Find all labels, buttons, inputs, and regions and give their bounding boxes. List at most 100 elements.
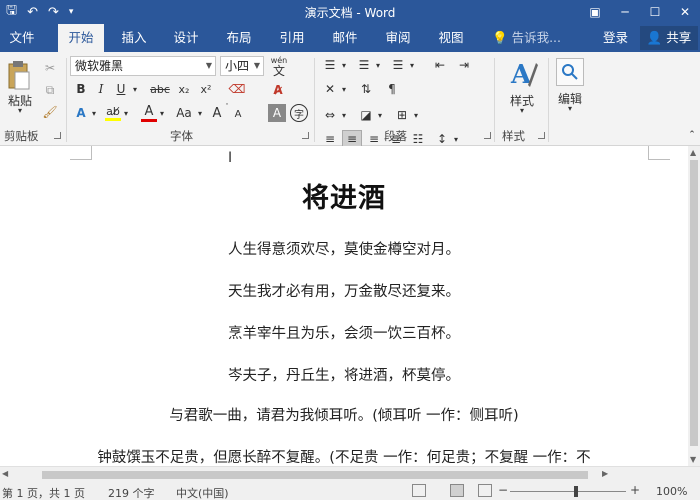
format-painter-icon[interactable]: 🖌: [40, 102, 60, 122]
underline-dropdown-icon[interactable]: ▾: [130, 80, 140, 98]
zoom-slider[interactable]: [510, 491, 626, 492]
font-size-combo[interactable]: 小四 ▼: [220, 56, 264, 76]
cut-icon[interactable]: ✂: [40, 58, 60, 78]
web-layout-icon[interactable]: [478, 484, 492, 497]
borders-dropdown-icon[interactable]: ▾: [412, 106, 420, 124]
text-effects-button[interactable]: A: [72, 104, 90, 122]
shrink-font-button[interactable]: A: [232, 106, 244, 122]
login-button[interactable]: 登录: [603, 24, 628, 52]
font-name-combo[interactable]: 微软雅黑 ▼: [70, 56, 216, 76]
vertical-scrollbar[interactable]: ▲ ▼: [688, 146, 700, 466]
shading-dropdown-icon[interactable]: ▾: [376, 106, 384, 124]
zoom-slider-thumb[interactable]: [574, 486, 578, 497]
maximize-icon[interactable]: ☐: [640, 0, 670, 24]
tab-file[interactable]: 文件: [0, 24, 44, 52]
editing-dropdown-icon[interactable]: ▾: [562, 104, 578, 113]
highlight-dropdown-icon[interactable]: ▾: [122, 104, 130, 122]
enclose-characters-button[interactable]: 字: [290, 104, 308, 122]
paste-dropdown-icon[interactable]: ▾: [12, 106, 28, 115]
language[interactable]: 中文(中国): [176, 485, 229, 500]
scroll-down-icon[interactable]: ▼: [690, 455, 696, 464]
clipboard-launcher-icon[interactable]: [54, 132, 61, 139]
editing-button[interactable]: [556, 58, 584, 86]
clear-formatting-icon[interactable]: ⌫: [226, 78, 248, 100]
styles-button[interactable]: A: [506, 56, 540, 90]
ribbon-display-options-icon[interactable]: ▣: [580, 0, 610, 24]
strikethrough-button[interactable]: abc: [148, 80, 172, 98]
superscript-button[interactable]: x²: [196, 80, 216, 98]
tab-references[interactable]: 引用: [270, 24, 314, 52]
tab-mailings[interactable]: 邮件: [323, 24, 367, 52]
scroll-right-icon[interactable]: ▶: [602, 469, 608, 478]
text-direction-dropdown-icon[interactable]: ▾: [340, 106, 348, 124]
tab-layout[interactable]: 布局: [217, 24, 261, 52]
clear-all-formatting-icon[interactable]: A̷: [268, 80, 288, 100]
highlight-button[interactable]: ab̸: [104, 102, 122, 124]
change-case-button[interactable]: Aa: [172, 104, 196, 122]
font-launcher-icon[interactable]: [302, 132, 309, 139]
document-title[interactable]: 将进酒: [0, 176, 688, 215]
zoom-level[interactable]: 100%: [656, 485, 687, 498]
asian-layout-icon[interactable]: ✕: [320, 80, 340, 98]
bullets-icon[interactable]: ☰: [320, 56, 340, 74]
styles-launcher-icon[interactable]: [538, 132, 545, 139]
copy-icon[interactable]: ⧉: [40, 80, 60, 100]
font-color-button[interactable]: A: [140, 102, 158, 124]
poem-line[interactable]: 岑夫子，丹丘生，将进酒，杯莫停。: [0, 364, 688, 385]
document-area[interactable]: I 将进酒 人生得意须欢尽，莫使金樽空对月。 天生我才必有用，万金散尽还复来。 …: [0, 146, 688, 466]
poem-line[interactable]: 人生得意须欢尽，莫使金樽空对月。: [0, 238, 688, 259]
text-effects-dropdown-icon[interactable]: ▾: [90, 104, 98, 122]
subscript-button[interactable]: x₂: [174, 80, 194, 98]
character-shading-button[interactable]: A: [268, 104, 286, 122]
multilevel-dropdown-icon[interactable]: ▾: [408, 56, 416, 74]
horizontal-scroll-thumb[interactable]: [42, 471, 588, 479]
scroll-up-icon[interactable]: ▲: [690, 148, 696, 157]
print-layout-icon[interactable]: [450, 484, 464, 497]
multilevel-list-icon[interactable]: ☰: [388, 56, 408, 74]
phonetic-guide-button[interactable]: wén 文: [268, 54, 290, 78]
tell-me-box[interactable]: 💡 告诉我...: [492, 24, 561, 52]
numbering-icon[interactable]: ☰: [354, 56, 374, 74]
zoom-in-icon[interactable]: +: [630, 483, 640, 497]
word-count[interactable]: 219 个字: [108, 485, 155, 500]
tab-review[interactable]: 审阅: [376, 24, 420, 52]
horizontal-scrollbar[interactable]: ◀ ▶: [0, 466, 700, 482]
italic-button[interactable]: I: [92, 80, 110, 98]
numbering-dropdown-icon[interactable]: ▾: [374, 56, 382, 74]
tab-design[interactable]: 设计: [164, 24, 208, 52]
decrease-indent-icon[interactable]: ⇤: [430, 56, 450, 74]
tab-home[interactable]: 开始: [58, 24, 104, 52]
paragraph-launcher-icon[interactable]: [484, 132, 491, 139]
show-marks-icon[interactable]: ¶: [382, 80, 402, 98]
shading-icon[interactable]: ◪: [356, 106, 376, 124]
zoom-out-icon[interactable]: −: [498, 483, 508, 497]
bullets-dropdown-icon[interactable]: ▾: [340, 56, 348, 74]
bold-button[interactable]: B: [72, 80, 90, 98]
share-button[interactable]: 👤 共享: [640, 26, 698, 50]
underline-button[interactable]: U: [112, 80, 130, 98]
poem-line[interactable]: 天生我才必有用，万金散尽还复来。: [0, 280, 688, 301]
borders-icon[interactable]: ⊞: [392, 106, 412, 124]
page-count[interactable]: 第 1 页，共 1 页: [2, 485, 85, 500]
text-direction-icon[interactable]: ⇔: [320, 106, 340, 124]
vertical-scroll-thumb[interactable]: [690, 160, 698, 446]
tab-insert[interactable]: 插入: [112, 24, 156, 52]
styles-dropdown-icon[interactable]: ▾: [514, 106, 530, 115]
paste-button[interactable]: [4, 58, 34, 92]
increase-indent-icon[interactable]: ⇥: [454, 56, 474, 74]
grow-font-button[interactable]: A: [210, 104, 224, 122]
font-color-dropdown-icon[interactable]: ▾: [158, 104, 166, 122]
change-case-dropdown-icon[interactable]: ▾: [196, 104, 204, 122]
poem-line[interactable]: 烹羊宰牛且为乐，会须一饮三百杯。: [0, 322, 688, 343]
poem-line[interactable]: 钟鼓馔玉不足贵，但愿长醉不复醒。(不足贵 一作：何足贵；不复醒 一作：不: [0, 446, 688, 466]
scroll-left-icon[interactable]: ◀: [2, 469, 8, 478]
close-icon[interactable]: ✕: [670, 0, 700, 24]
asian-layout-dropdown-icon[interactable]: ▾: [340, 80, 348, 98]
read-mode-icon[interactable]: [412, 484, 426, 497]
collapse-ribbon-icon[interactable]: ⌃: [686, 128, 698, 142]
minimize-icon[interactable]: ─: [610, 0, 640, 24]
tab-view[interactable]: 视图: [429, 24, 473, 52]
poem-line[interactable]: 与君歌一曲，请君为我倾耳听。(倾耳听 一作：侧耳听): [0, 404, 688, 425]
chevron-down-icon: ▼: [253, 61, 260, 70]
sort-icon[interactable]: ⇅: [356, 80, 376, 98]
